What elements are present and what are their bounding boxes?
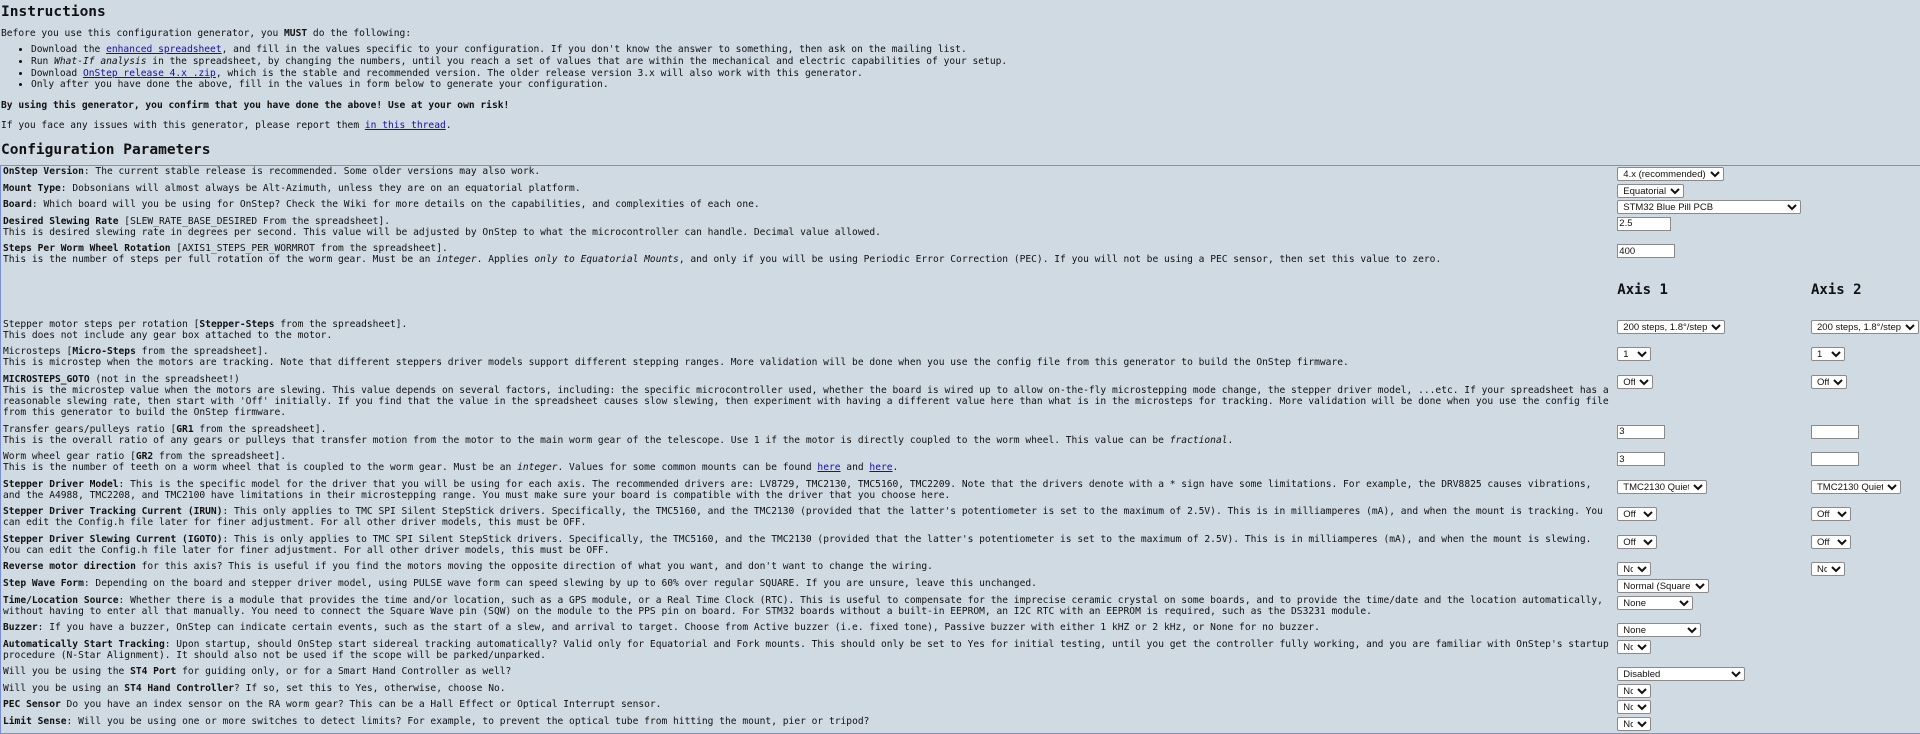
row-mount-type: Mount Type: Dobsonians will almost alway… xyxy=(1,183,1920,200)
board-select[interactable]: STM32 Blue Pill PCB xyxy=(1617,200,1801,214)
igoto-axis2-select[interactable]: Off xyxy=(1811,535,1851,549)
onstep-version-label: OnStep Version xyxy=(3,166,84,177)
row-step-wave: Step Wave Form: Depending on the board a… xyxy=(1,578,1920,595)
row-reverse: Reverse motor direction for this axis? T… xyxy=(1,561,1920,578)
row-buzzer: Buzzer: If you have a buzzer, OnStep can… xyxy=(1,622,1920,639)
mount-ratios-link-2[interactable]: here xyxy=(869,462,892,473)
microsteps-goto-axis1-select[interactable]: Off xyxy=(1617,375,1653,389)
irun-axis2-select[interactable]: Off xyxy=(1811,507,1851,521)
list-item: Download the enhanced spreadsheet, and f… xyxy=(31,44,1919,56)
driver-model-axis1-select[interactable]: TMC2130 Quiet xyxy=(1617,480,1707,494)
row-gr2: Worm wheel gear ratio [GR2 from the spre… xyxy=(1,451,1920,479)
list-item: Run What-If analysis in the spreadsheet,… xyxy=(31,56,1919,68)
worm-steps-label: Steps Per Worm Wheel Rotation xyxy=(3,243,171,254)
row-irun: Stepper Driver Tracking Current (IRUN): … xyxy=(1,506,1920,534)
pec-sensor-select[interactable]: No xyxy=(1617,700,1651,714)
driver-model-axis2-select[interactable]: TMC2130 Quiet xyxy=(1811,480,1901,494)
auto-track-select[interactable]: No xyxy=(1617,640,1651,654)
board-label: Board xyxy=(3,199,32,210)
microsteps-axis2-select[interactable]: 1 xyxy=(1811,347,1845,361)
st4-port-select[interactable]: Disabled xyxy=(1617,667,1745,681)
stepper-steps-axis2-select[interactable]: 200 steps, 1.8°/step xyxy=(1811,320,1919,334)
gr1-axis1-input[interactable] xyxy=(1617,425,1665,439)
spreadsheet-link[interactable]: enhanced spreadsheet xyxy=(106,44,222,55)
igoto-axis1-select[interactable]: Off xyxy=(1617,535,1657,549)
row-st4-port: Will you be using the ST4 Port for guidi… xyxy=(1,666,1920,683)
mount-type-label: Mount Type xyxy=(3,183,61,194)
stepper-steps-axis1-select[interactable]: 200 steps, 1.8°/step xyxy=(1617,320,1725,334)
buzzer-select[interactable]: None xyxy=(1617,623,1701,637)
axis2-heading: Axis 2 xyxy=(1811,285,1919,296)
microsteps-axis1-select[interactable]: 1 xyxy=(1617,347,1651,361)
row-onstep-version: OnStep Version: The current stable relea… xyxy=(1,166,1920,183)
axis-header-row: Axis 1 Axis 2 xyxy=(1,271,1920,319)
instructions-title: Instructions xyxy=(1,4,1919,20)
st4-hand-select[interactable]: No xyxy=(1617,684,1651,698)
onstep-release-link[interactable]: OnStep release 4.x .zip xyxy=(83,68,216,79)
row-worm-steps: Steps Per Worm Wheel Rotation [AXIS1_STE… xyxy=(1,243,1920,271)
row-driver-model: Stepper Driver Model: This is the specif… xyxy=(1,479,1920,507)
mount-ratios-link-1[interactable]: here xyxy=(817,462,840,473)
row-microsteps: Microsteps [Micro-Steps from the spreads… xyxy=(1,346,1920,374)
intro-text: Before you use this configuration genera… xyxy=(1,28,1919,39)
reverse-axis2-select[interactable]: No xyxy=(1811,562,1845,576)
list-item: Only after you have done the above, fill… xyxy=(31,79,1919,91)
config-title: Configuration Parameters xyxy=(1,142,1919,158)
issues-text: If you face any issues with this generat… xyxy=(1,120,1919,131)
reverse-axis1-select[interactable]: No xyxy=(1617,562,1651,576)
slew-rate-input[interactable] xyxy=(1617,217,1671,231)
row-stepper-steps: Stepper motor steps per rotation [Steppe… xyxy=(1,319,1920,347)
row-auto-track: Automatically Start Tracking: Upon start… xyxy=(1,639,1920,667)
config-table: OnStep Version: The current stable relea… xyxy=(0,165,1920,733)
gr1-axis2-input[interactable] xyxy=(1811,425,1859,439)
slew-rate-label: Desired Slewing Rate xyxy=(3,216,119,227)
row-igoto: Stepper Driver Slewing Current (IGOTO): … xyxy=(1,534,1920,562)
step-wave-select[interactable]: Normal (Square) xyxy=(1617,579,1709,593)
row-slew-rate: Desired Slewing Rate [SLEW_RATE_BASE_DES… xyxy=(1,216,1920,244)
mount-type-select[interactable]: Equatorial xyxy=(1617,184,1684,198)
row-microsteps-goto: MICROSTEPS_GOTO (not in the spreadsheet!… xyxy=(1,374,1920,424)
row-gr1: Transfer gears/pulleys ratio [GR1 from t… xyxy=(1,424,1920,452)
list-item: Download OnStep release 4.x .zip, which … xyxy=(31,68,1919,80)
onstep-version-select[interactable]: 4.x (recommended) xyxy=(1617,167,1724,181)
row-time-location: Time/Location Source: Whether there is a… xyxy=(1,595,1920,623)
row-st4-hand: Will you be using an ST4 Hand Controller… xyxy=(1,683,1920,700)
row-limit-sense: Limit Sense: Will you be using one or mo… xyxy=(1,716,1920,733)
instructions-list: Download the enhanced spreadsheet, and f… xyxy=(1,44,1919,91)
irun-axis1-select[interactable]: Off xyxy=(1617,507,1657,521)
gr2-axis1-input[interactable] xyxy=(1617,452,1665,466)
row-pec-sensor: PEC Sensor Do you have an index sensor o… xyxy=(1,699,1920,716)
microsteps-goto-axis2-select[interactable]: Off xyxy=(1811,375,1847,389)
worm-steps-input[interactable] xyxy=(1617,244,1675,258)
thread-link[interactable]: in this thread xyxy=(365,120,446,131)
axis1-heading: Axis 1 xyxy=(1617,285,1805,296)
time-location-select[interactable]: None xyxy=(1617,596,1693,610)
row-board: Board: Which board will you be using for… xyxy=(1,199,1920,216)
risk-warning: By using this generator, you confirm tha… xyxy=(1,100,1919,111)
gr2-axis2-input[interactable] xyxy=(1811,452,1859,466)
